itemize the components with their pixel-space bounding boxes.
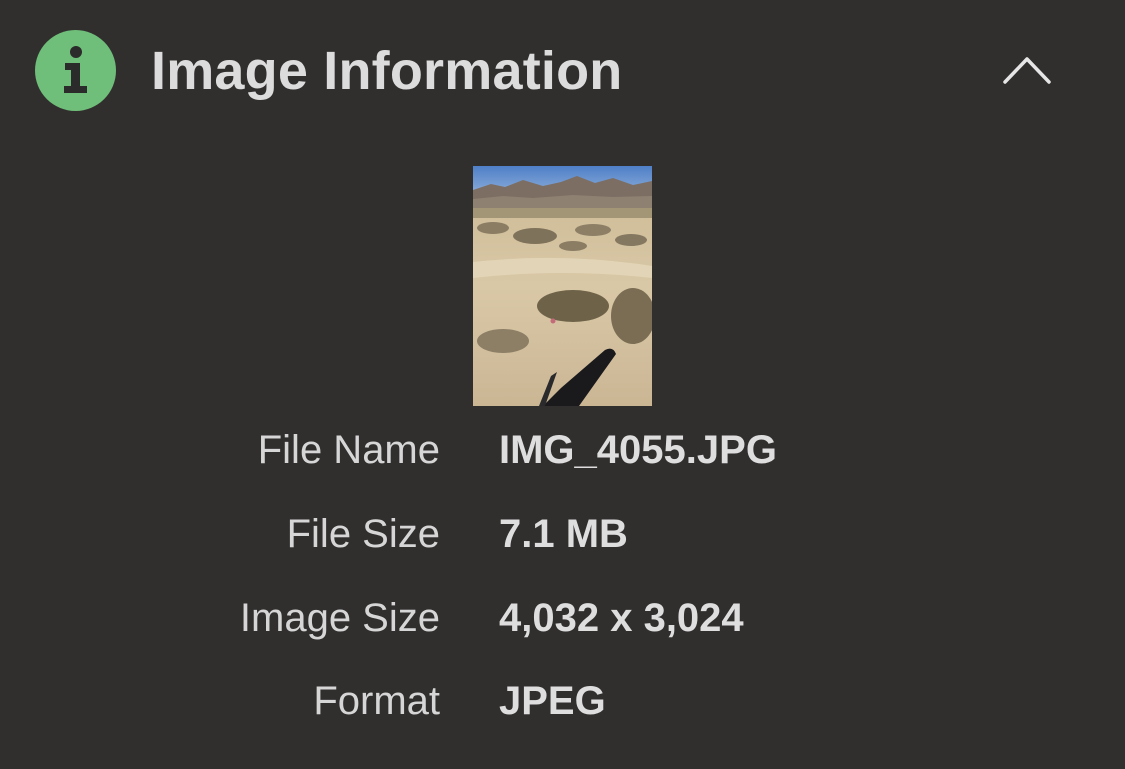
chevron-up-icon[interactable] bbox=[996, 46, 1058, 92]
detail-label: File Size bbox=[286, 512, 440, 556]
detail-row-image-size: Image Size 4,032 x 3,024 bbox=[0, 588, 1125, 648]
detail-label: Format bbox=[313, 679, 440, 723]
panel-header: Image Information bbox=[0, 0, 1125, 140]
info-icon bbox=[35, 30, 116, 111]
image-information-panel: Image Information File Name IMG_4055.JPG… bbox=[0, 0, 1125, 769]
panel-title: Image Information bbox=[151, 41, 623, 101]
detail-value: IMG_4055.JPG bbox=[499, 428, 777, 472]
detail-value: 4,032 x 3,024 bbox=[499, 596, 744, 640]
detail-row-file-size: File Size 7.1 MB bbox=[0, 504, 1125, 564]
image-thumbnail bbox=[473, 166, 652, 406]
detail-value: 7.1 MB bbox=[499, 512, 628, 556]
detail-value: JPEG bbox=[499, 679, 606, 723]
detail-row-file-name: File Name IMG_4055.JPG bbox=[0, 420, 1125, 480]
detail-row-format: Format JPEG bbox=[0, 671, 1125, 731]
detail-label: File Name bbox=[257, 428, 440, 472]
detail-label: Image Size bbox=[239, 596, 440, 640]
